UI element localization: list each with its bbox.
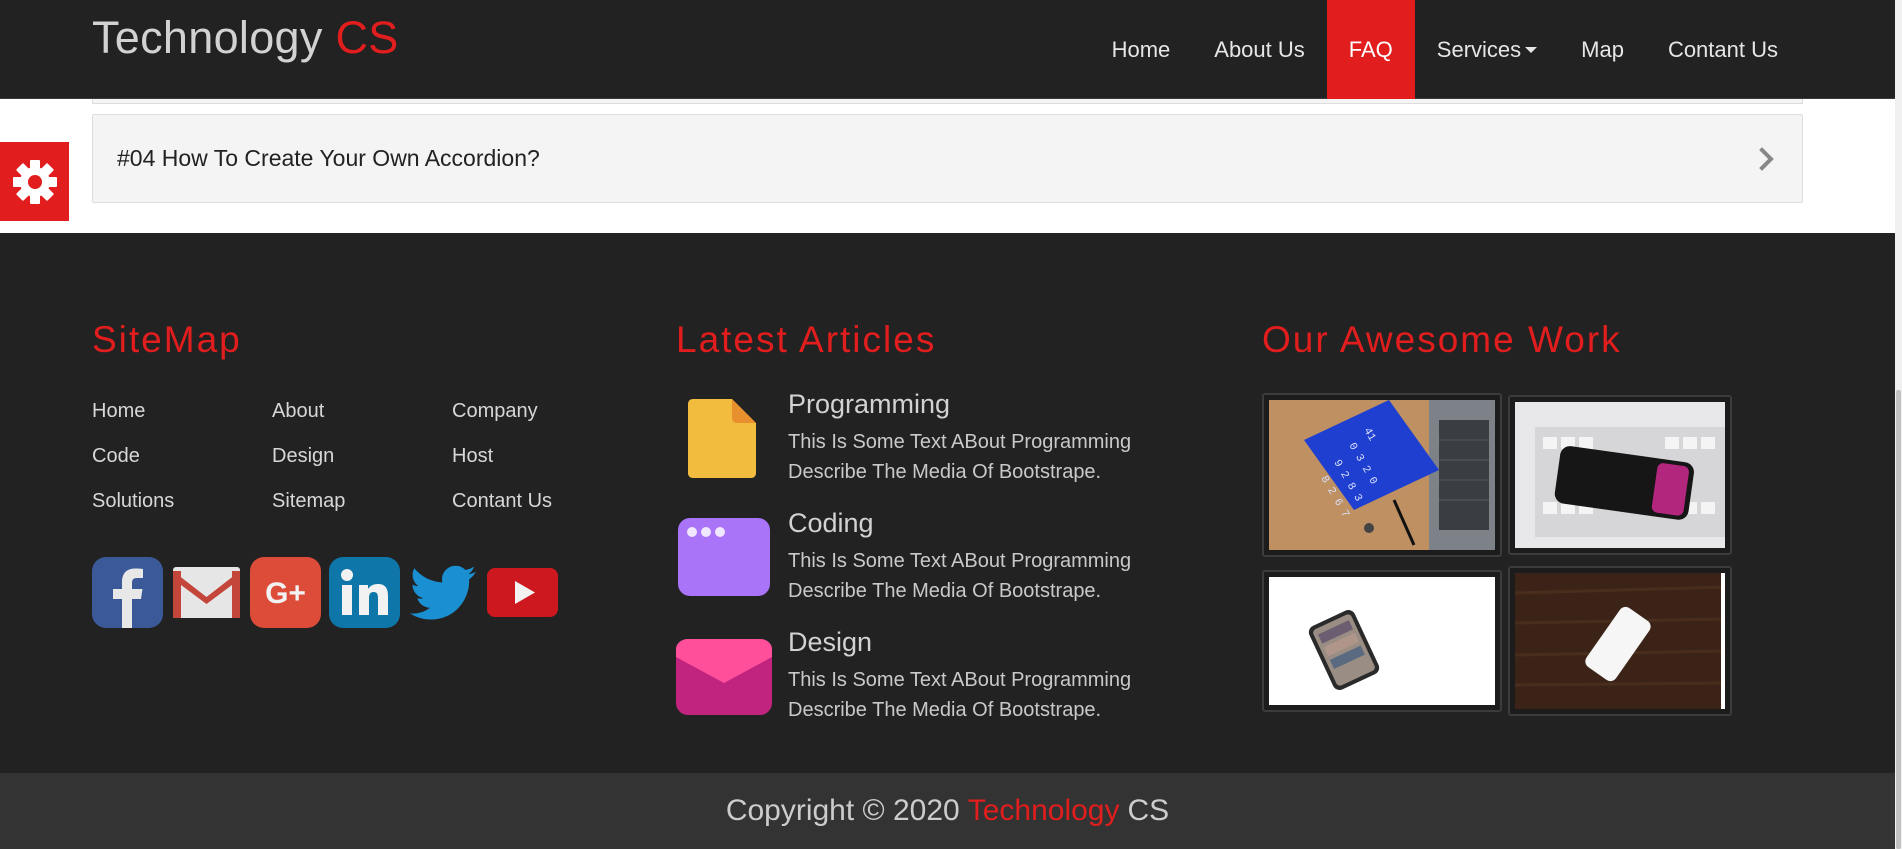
copyright-text: Copyright © 2020 (725, 794, 960, 827)
sitemap-link-home[interactable]: Home (92, 399, 272, 444)
accordion-item[interactable]: #04 How To Create Your Own Accordion? (92, 114, 1803, 203)
copyright-brand-accent: Technology (967, 794, 1120, 827)
caret-down-icon (1525, 46, 1538, 53)
article-text: This Is Some Text ABout Programming Desc… (788, 550, 1132, 602)
gmail-link[interactable] (171, 557, 242, 628)
page: Technology CS Home About Us FAQ Services… (0, 0, 1902, 849)
facebook-link[interactable] (92, 557, 163, 628)
page-scrollbar[interactable] (1895, 0, 1902, 849)
linkedin-link[interactable] (329, 557, 400, 628)
youtube-link[interactable] (487, 557, 558, 628)
sitemap-link-solutions[interactable]: Solutions (92, 489, 272, 534)
nav-faq[interactable]: FAQ (1326, 0, 1415, 99)
work-thumbnail[interactable] (1508, 566, 1732, 716)
nav-map[interactable]: Map (1559, 0, 1646, 99)
accordion-item-title: #04 How To Create Your Own Accordion? (117, 145, 540, 171)
sitemap-link-sitemap[interactable]: Sitemap (272, 489, 452, 534)
phone-on-white-photo (1269, 577, 1495, 705)
nav-home[interactable]: Home (1090, 0, 1193, 99)
nav-contact-us[interactable]: Contant Us (1646, 0, 1800, 99)
brand-name: Technology (92, 12, 323, 63)
phone-on-keyboard-photo (1515, 402, 1725, 548)
twitter-link[interactable] (408, 557, 479, 628)
article-item[interactable]: Coding This Is Some Text ABout Programmi… (676, 508, 1196, 608)
scrollbar-thumb[interactable] (1896, 390, 1901, 849)
youtube-icon (487, 568, 558, 617)
sitemap-link-company[interactable]: Company (452, 399, 632, 444)
work-thumbnail[interactable] (1262, 570, 1502, 712)
article-text: This Is Some Text ABout Programming Desc… (788, 431, 1132, 483)
article-title: Coding (788, 508, 874, 538)
facebook-icon (92, 557, 163, 628)
browser-window-icon (678, 518, 770, 596)
sitemap-link-about[interactable]: About (272, 399, 452, 444)
chevron-right-icon (1759, 146, 1774, 171)
nav-services-label: Services (1436, 36, 1522, 62)
article-item[interactable]: Design This Is Some Text ABout Programmi… (676, 627, 1196, 727)
copyright-bar: Copyright © 2020 Technology CS (0, 773, 1895, 849)
brand-logo[interactable]: Technology CS (92, 12, 399, 64)
phone-on-wood-photo (1515, 573, 1725, 709)
sitemap-link-host[interactable]: Host (452, 444, 632, 489)
brand-accent: CS (335, 12, 399, 63)
our-work-title: Our Awesome Work (1262, 319, 1622, 360)
google-plus-icon: G+ (250, 557, 321, 628)
nav-about-us[interactable]: About Us (1192, 0, 1327, 99)
sitemap-link-contact-us[interactable]: Contant Us (452, 489, 632, 534)
sitemap-link-design[interactable]: Design (272, 444, 452, 489)
settings-toggle-button[interactable] (0, 142, 69, 221)
svg-text:G+: G+ (265, 577, 306, 610)
main-nav: Home About Us FAQ Services Map Contant U… (1090, 0, 1800, 99)
article-text: This Is Some Text ABout Programming Desc… (788, 669, 1132, 721)
twitter-icon (410, 565, 476, 620)
envelope-icon (676, 639, 772, 715)
article-item[interactable]: Programming This Is Some Text ABout Prog… (676, 389, 1196, 489)
footer: SiteMap Home About Company Code Design H… (0, 233, 1895, 773)
gear-icon (12, 159, 57, 204)
article-title: Design (788, 627, 873, 657)
sitemap-link-code[interactable]: Code (92, 444, 272, 489)
google-plus-link[interactable]: G+ (250, 557, 321, 628)
linkedin-icon (329, 557, 400, 628)
social-links: G+ (92, 557, 558, 628)
sitemap-links: Home About Company Code Design Host Solu… (92, 399, 632, 534)
file-icon (688, 399, 756, 478)
top-navbar: Technology CS Home About Us FAQ Services… (0, 0, 1895, 99)
laptop-desk-photo: 41 0 3 2 0 9 2 8 3 8 2 6 7 (1269, 400, 1495, 550)
gmail-icon (173, 567, 240, 618)
copyright-brand-suffix: CS (1127, 794, 1170, 827)
article-title: Programming (788, 389, 951, 419)
latest-articles-title: Latest Articles (676, 319, 937, 360)
work-thumbnail[interactable] (1508, 395, 1732, 555)
sitemap-title: SiteMap (92, 319, 242, 360)
work-thumbnail[interactable]: 41 0 3 2 0 9 2 8 3 8 2 6 7 (1262, 393, 1502, 557)
nav-services-dropdown[interactable]: Services (1415, 0, 1559, 99)
